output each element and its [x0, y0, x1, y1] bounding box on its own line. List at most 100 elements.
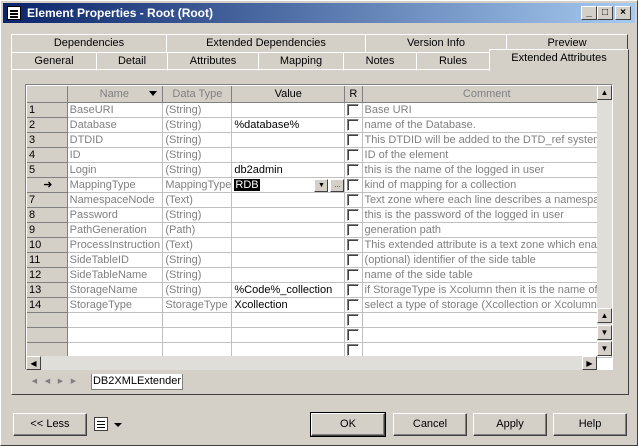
value-cell[interactable]: [231, 312, 346, 328]
horizontal-scrollbar[interactable]: ◀ ▶: [26, 356, 597, 370]
value-cell[interactable]: %Code%_collection: [231, 282, 346, 298]
properties-menu-icon[interactable]: [94, 417, 108, 431]
data-type-cell[interactable]: StorageType: [162, 297, 233, 313]
r-checkbox[interactable]: [347, 119, 360, 131]
comment-cell[interactable]: select a type of storage (Xcollection or…: [362, 297, 612, 313]
r-checkbox[interactable]: [347, 299, 360, 311]
value-cell[interactable]: [231, 147, 346, 163]
less-button[interactable]: << Less: [13, 413, 87, 436]
scroll-down-icon[interactable]: ▼: [597, 325, 612, 340]
table-row[interactable]: [27, 312, 612, 328]
comment-cell[interactable]: Text zone where each line describes a na…: [362, 192, 612, 208]
row-number-cell[interactable]: [27, 327, 68, 343]
value-cell[interactable]: [231, 132, 346, 148]
attribute-name-cell[interactable]: Login: [67, 162, 164, 178]
data-type-cell[interactable]: (Text): [162, 192, 233, 208]
value-cell[interactable]: [231, 327, 346, 343]
comment-cell[interactable]: [362, 342, 612, 358]
attribute-name-cell[interactable]: Database: [67, 117, 164, 133]
row-number-cell[interactable]: 10: [27, 237, 68, 253]
r-checkbox-cell[interactable]: [344, 162, 363, 178]
corner-header[interactable]: [27, 86, 68, 103]
r-checkbox[interactable]: [347, 329, 360, 341]
value-cell[interactable]: [231, 342, 346, 358]
comment-cell[interactable]: [362, 327, 612, 343]
comment-cell[interactable]: This DTDID will be added to the DTD_ref …: [362, 132, 612, 148]
table-row[interactable]: 14 StorageType StorageType Xcollection selec…: [27, 297, 612, 313]
data-type-cell[interactable]: (Text): [162, 237, 233, 253]
attribute-name-cell[interactable]: ProcessInstruction: [67, 237, 164, 253]
value-cell[interactable]: RDB ▼...: [231, 177, 346, 193]
value-cell[interactable]: Xcollection: [231, 297, 346, 313]
r-checkbox[interactable]: [347, 194, 360, 206]
r-checkbox-cell[interactable]: [344, 297, 363, 313]
row-number-cell[interactable]: [27, 312, 68, 328]
r-checkbox[interactable]: [347, 269, 360, 281]
table-row[interactable]: [27, 342, 612, 358]
data-type-cell[interactable]: (String): [162, 132, 233, 148]
tab-version-info[interactable]: Version Info: [365, 34, 507, 53]
comment-cell[interactable]: This extended attribute is a text zone w…: [362, 237, 612, 253]
vertical-scrollbar[interactable]: ▲ ▲ ▼ ▼: [597, 85, 612, 356]
title-bar[interactable]: Element Properties - Root (Root) _ □ ×: [3, 3, 635, 23]
r-checkbox-cell[interactable]: [344, 282, 363, 298]
table-row[interactable]: 8 Password (String) this is the password of…: [27, 207, 612, 223]
table-row[interactable]: 13 StorageName (String) %Code%_collection if…: [27, 282, 612, 298]
dropdown-arrow-icon[interactable]: ▼: [314, 178, 329, 191]
attribute-name-cell[interactable]: SideTableID: [67, 252, 164, 268]
comment-cell[interactable]: name of the Database.: [362, 117, 612, 133]
row-number-cell[interactable]: 8: [27, 207, 68, 223]
r-checkbox-cell[interactable]: [344, 177, 363, 193]
data-type-cell[interactable]: (String): [162, 252, 233, 268]
next-sheet-icon[interactable]: ▶: [55, 375, 66, 389]
column-header-comment[interactable]: Comment: [362, 86, 612, 103]
mapping-type-select-value[interactable]: RDB: [234, 178, 260, 191]
value-cell[interactable]: [231, 222, 346, 238]
minimize-button[interactable]: _: [581, 6, 597, 20]
table-row[interactable]: 12 SideTableName (String) name of the side …: [27, 267, 612, 283]
value-cell[interactable]: db2admin: [231, 162, 346, 178]
data-type-cell[interactable]: (String): [162, 267, 233, 283]
r-checkbox[interactable]: [347, 344, 360, 356]
r-checkbox[interactable]: [347, 314, 360, 326]
column-header-r[interactable]: R: [344, 86, 363, 103]
data-type-cell[interactable]: (Path): [162, 222, 233, 238]
value-cell[interactable]: [231, 252, 346, 268]
comment-cell[interactable]: generation path: [362, 222, 612, 238]
row-number-cell[interactable]: ➜: [27, 177, 68, 193]
data-type-cell[interactable]: (String): [162, 147, 233, 163]
attribute-name-cell[interactable]: BaseURI: [67, 102, 164, 118]
attribute-name-cell[interactable]: StorageName: [67, 282, 164, 298]
value-cell[interactable]: [231, 267, 346, 283]
row-number-cell[interactable]: 1: [27, 102, 68, 118]
column-header-value[interactable]: Value: [231, 86, 346, 103]
data-type-cell[interactable]: MappingType: [162, 177, 233, 193]
data-type-cell[interactable]: (String): [162, 282, 233, 298]
apply-button[interactable]: Apply: [473, 413, 547, 436]
comment-cell[interactable]: kind of mapping for a collection: [362, 177, 612, 193]
r-checkbox-cell[interactable]: [344, 102, 363, 118]
attribute-name-cell[interactable]: [67, 342, 164, 358]
value-cell[interactable]: [231, 207, 346, 223]
value-cell[interactable]: [231, 237, 346, 253]
tab-extended-dependencies[interactable]: Extended Dependencies: [166, 34, 366, 53]
row-number-cell[interactable]: 7: [27, 192, 68, 208]
scroll-down-icon[interactable]: ▼: [597, 341, 612, 356]
r-checkbox-cell[interactable]: [344, 267, 363, 283]
r-checkbox-cell[interactable]: [344, 327, 363, 343]
prev-sheet-icon[interactable]: ◀: [42, 375, 53, 389]
scroll-left-icon[interactable]: ◀: [26, 356, 41, 370]
attribute-name-cell[interactable]: Password: [67, 207, 164, 223]
scroll-up-icon[interactable]: ▲: [597, 85, 612, 100]
table-row[interactable]: 11 SideTableID (String) (optional) identifi…: [27, 252, 612, 268]
comment-cell[interactable]: (optional) identifier of the side table: [362, 252, 612, 268]
table-row[interactable]: 9 PathGeneration (Path) generation path: [27, 222, 612, 238]
r-checkbox[interactable]: [347, 284, 360, 296]
attribute-name-cell[interactable]: PathGeneration: [67, 222, 164, 238]
comment-cell[interactable]: this is the name of the logged in user: [362, 162, 612, 178]
attribute-name-cell[interactable]: [67, 327, 164, 343]
scroll-right-icon[interactable]: ▶: [582, 356, 597, 370]
comment-cell[interactable]: Base URI: [362, 102, 612, 118]
comment-cell[interactable]: ID of the element: [362, 147, 612, 163]
attribute-name-cell[interactable]: NamespaceNode: [67, 192, 164, 208]
